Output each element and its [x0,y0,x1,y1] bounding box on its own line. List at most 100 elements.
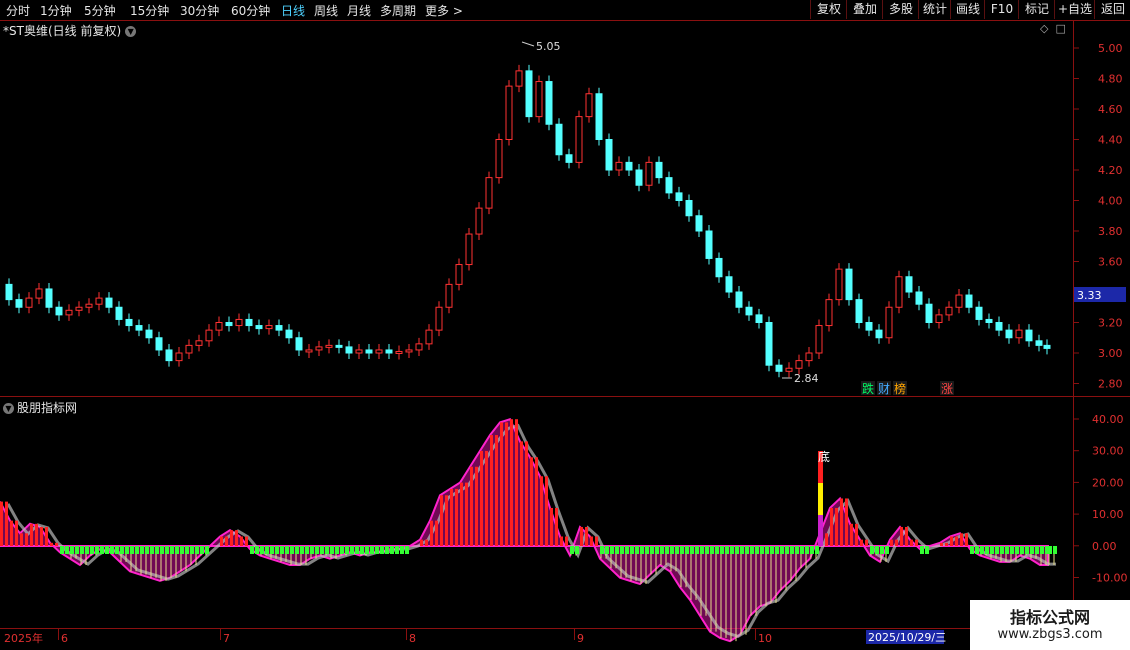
indicator-marker-down [385,546,389,554]
indicator-bar-up [500,422,503,546]
indicator-marker-down [725,546,729,554]
adjust-button[interactable]: 复权 [810,0,847,19]
diamond-icon[interactable]: ◇ [1040,22,1048,35]
candle-body [55,306,63,316]
candle-body [795,360,803,369]
indicator-bar-up [470,466,473,546]
indicator-bar-up [505,422,508,546]
candle-body [905,276,913,293]
indicator-bar-up [905,526,908,546]
multi-stock-button[interactable]: 多股 [882,0,919,19]
indicator-marker-down [270,546,274,554]
chevron-down-icon[interactable]: ▼ [3,403,14,414]
tab-1min[interactable]: 1分钟 [40,2,72,19]
tab-intraday[interactable]: 分时 [6,2,30,19]
indicator-marker-down [970,546,974,554]
indicator-bar-up [40,526,43,546]
indicator-marker-down [135,546,139,554]
tab-daily[interactable]: 日线 [281,2,305,19]
indicator-marker-down [635,546,639,554]
indicator-bar-up [5,501,8,546]
indicator-bar-up [820,533,823,546]
indicator-bar-up [860,539,863,546]
signal-bar-bottom [818,515,823,546]
add-watchlist-button[interactable]: +自选 [1054,0,1095,19]
indicator-bar-up [460,482,463,546]
candle-body [1005,329,1013,339]
indicator-tick-label: 30.00 [1092,445,1124,458]
candle-body [175,352,183,362]
indicator-marker-down [1048,546,1052,554]
high-label: 5.05 [536,40,561,53]
indicator-bar-up [25,533,28,546]
chevron-down-icon[interactable]: ▼ [125,26,137,37]
indicator-marker-down [740,546,744,554]
indicator-bar-up [10,520,13,546]
tab-15min[interactable]: 15分钟 [130,2,169,19]
indicator-marker-down [80,546,84,554]
tab-weekly[interactable]: 周线 [314,2,338,19]
tab-monthly[interactable]: 月线 [347,2,371,19]
statistics-button[interactable]: 统计 [918,0,951,19]
price-tick-label: 4.00 [1098,195,1123,208]
indicator-tick-label: -10.00 [1092,572,1127,585]
tab-multi-period[interactable]: 多周期 [380,2,416,19]
indicator-bar-up [225,536,228,546]
indicator-marker-down [390,546,394,554]
stock-title[interactable]: *ST奥维(日线 前复权) ▼ [3,22,137,39]
cursor-date-tag [866,630,944,644]
square-icon[interactable]: □ [1055,22,1065,35]
candle-body [565,154,573,163]
indicator-marker-down [100,546,104,554]
indicator-bar-up [525,441,528,546]
signal-label: 底 [818,449,830,464]
indicator-title[interactable]: ▼ 股朋指标网 [3,399,77,416]
indicator-bar-up [465,482,468,546]
indicator-marker-down [620,546,624,554]
candle-body [35,288,43,299]
candle-body [745,306,753,316]
candle-body [845,268,853,301]
indicator-bar-up [30,523,33,546]
indicator-marker-down [795,546,799,554]
candle-body [445,283,453,308]
date-axis: 2025年 6 7 8 9 10 2025/10/29/三 [4,629,946,645]
indicator-bar-up [35,523,38,546]
tab-30min[interactable]: 30分钟 [180,2,219,19]
indicator-marker-down [125,546,129,554]
indicator-bar-up [450,488,453,546]
indicator-bar-up [950,536,953,546]
indicator-bar-up [565,536,568,546]
candle-body [255,325,263,330]
overlay-button[interactable]: 叠加 [846,0,883,19]
candle-body [465,233,473,266]
indicator-marker-down [880,546,884,554]
badge-fall: 跌 [862,381,874,396]
indicator-marker-down [1053,546,1057,554]
candle-body [345,346,353,354]
indicator-marker-down [165,546,169,554]
indicator-axis: 40.00 30.00 20.00 10.00 0.00 -10.00 [1073,413,1127,585]
candle-body [395,350,403,354]
tab-more[interactable]: 更多 > [425,2,463,19]
f10-button[interactable]: F10 [984,0,1019,19]
mark-button[interactable]: 标记 [1018,0,1055,19]
tab-5min[interactable]: 5分钟 [84,2,116,19]
draw-line-button[interactable]: 画线 [950,0,985,19]
price-tick-label: 2.80 [1098,378,1123,391]
indicator-bar-up [865,539,868,546]
indicator-marker-down [75,546,79,554]
indicator-marker-down [1000,546,1004,554]
candle-body [685,200,693,217]
candle-body [135,325,143,331]
period-toolbar: 分时 1分钟 5分钟 15分钟 30分钟 60分钟 日线 周线 月线 多周期 更… [0,0,1130,21]
candle-body [335,344,343,348]
indicator-marker-down [1025,546,1029,554]
indicator-marker-down [735,546,739,554]
indicator-marker-down [160,546,164,554]
indicator-marker-down [765,546,769,554]
indicator-bar-up [425,539,428,546]
indicator-marker-down [985,546,989,554]
tab-60min[interactable]: 60分钟 [231,2,270,19]
back-button[interactable]: 返回 [1094,0,1130,19]
